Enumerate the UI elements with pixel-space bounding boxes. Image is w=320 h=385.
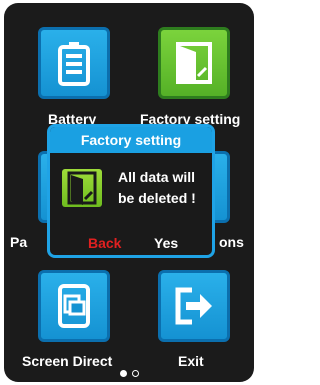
exit-label: Exit [178, 353, 204, 369]
factory-reset-icon [62, 169, 102, 207]
back-button[interactable]: Back [88, 235, 121, 251]
dialog-message-line-2: be deleted ! [118, 190, 196, 206]
factory-setting-dialog: Factory setting All data will be deleted… [47, 124, 215, 258]
screen-direct-tile[interactable] [38, 270, 110, 342]
passcode-label: Pa [10, 234, 28, 250]
page-dot-inactive[interactable] [132, 370, 139, 377]
device-frame: Battery Factory setting Pa ons Screen Di… [0, 0, 258, 385]
dialog-title: Factory setting [50, 127, 212, 153]
exit-arrow-icon [175, 287, 212, 325]
exit-tile[interactable] [158, 270, 230, 342]
dialog-message: All data will be deleted ! [118, 167, 212, 209]
factory-setting-tile[interactable] [158, 27, 230, 99]
dialog-message-line-1: All data will [118, 169, 196, 185]
page-dot-active[interactable] [120, 370, 127, 377]
screen-rotate-icon [58, 284, 90, 328]
battery-tile[interactable] [38, 27, 110, 99]
page-indicator [120, 370, 139, 377]
device-screen: Battery Factory setting Pa ons Screen Di… [4, 3, 254, 382]
door-exit-icon [176, 42, 212, 84]
options-label: ons [219, 234, 244, 250]
battery-icon [58, 42, 90, 86]
screen-direct-label: Screen Direct [22, 353, 113, 369]
yes-button[interactable]: Yes [154, 235, 178, 251]
